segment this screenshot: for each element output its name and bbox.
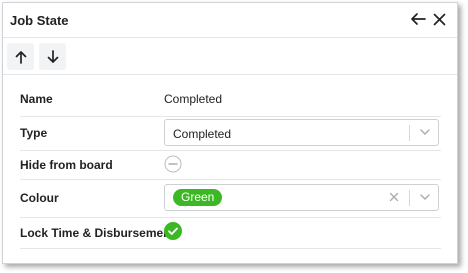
type-select-value: Completed [173, 127, 232, 141]
select-separator [409, 190, 410, 206]
back-button[interactable] [407, 8, 429, 30]
type-select[interactable]: Completed [164, 119, 439, 146]
arrow-up-icon [15, 50, 26, 64]
toolbar [3, 38, 457, 75]
hide-from-board-label: Hide from board [20, 158, 113, 172]
type-row: Type Completed [20, 116, 441, 151]
chevron-down-icon[interactable] [419, 191, 431, 203]
lock-time-toggle[interactable] [164, 222, 182, 240]
panel-title: Job State [10, 13, 69, 28]
name-row: Name Completed [20, 83, 441, 117]
close-icon [433, 13, 445, 25]
name-label: Name [20, 92, 53, 106]
arrow-down-icon [47, 49, 58, 63]
colour-pill: Green [173, 189, 223, 206]
move-up-button[interactable] [7, 43, 34, 70]
colour-select[interactable]: Green [164, 184, 439, 211]
lock-time-label: Lock Time & Disbursements [20, 226, 182, 240]
colour-row: Colour Green [20, 179, 441, 218]
name-value: Completed [164, 92, 223, 106]
arrow-left-icon [411, 13, 426, 25]
move-down-button[interactable] [39, 43, 66, 70]
close-button[interactable] [428, 8, 450, 30]
select-separator [409, 125, 410, 141]
type-label: Type [20, 126, 48, 140]
hide-from-board-row: Hide from board [20, 150, 441, 180]
clear-icon[interactable] [388, 191, 400, 203]
lock-time-row: Lock Time & Disbursements [20, 217, 441, 249]
chevron-down-icon[interactable] [419, 126, 431, 138]
job-state-panel: Job State Name Completed Type Completed … [2, 2, 458, 264]
colour-label: Colour [20, 191, 59, 205]
hide-from-board-toggle[interactable] [164, 155, 182, 173]
panel-header: Job State [3, 3, 457, 38]
